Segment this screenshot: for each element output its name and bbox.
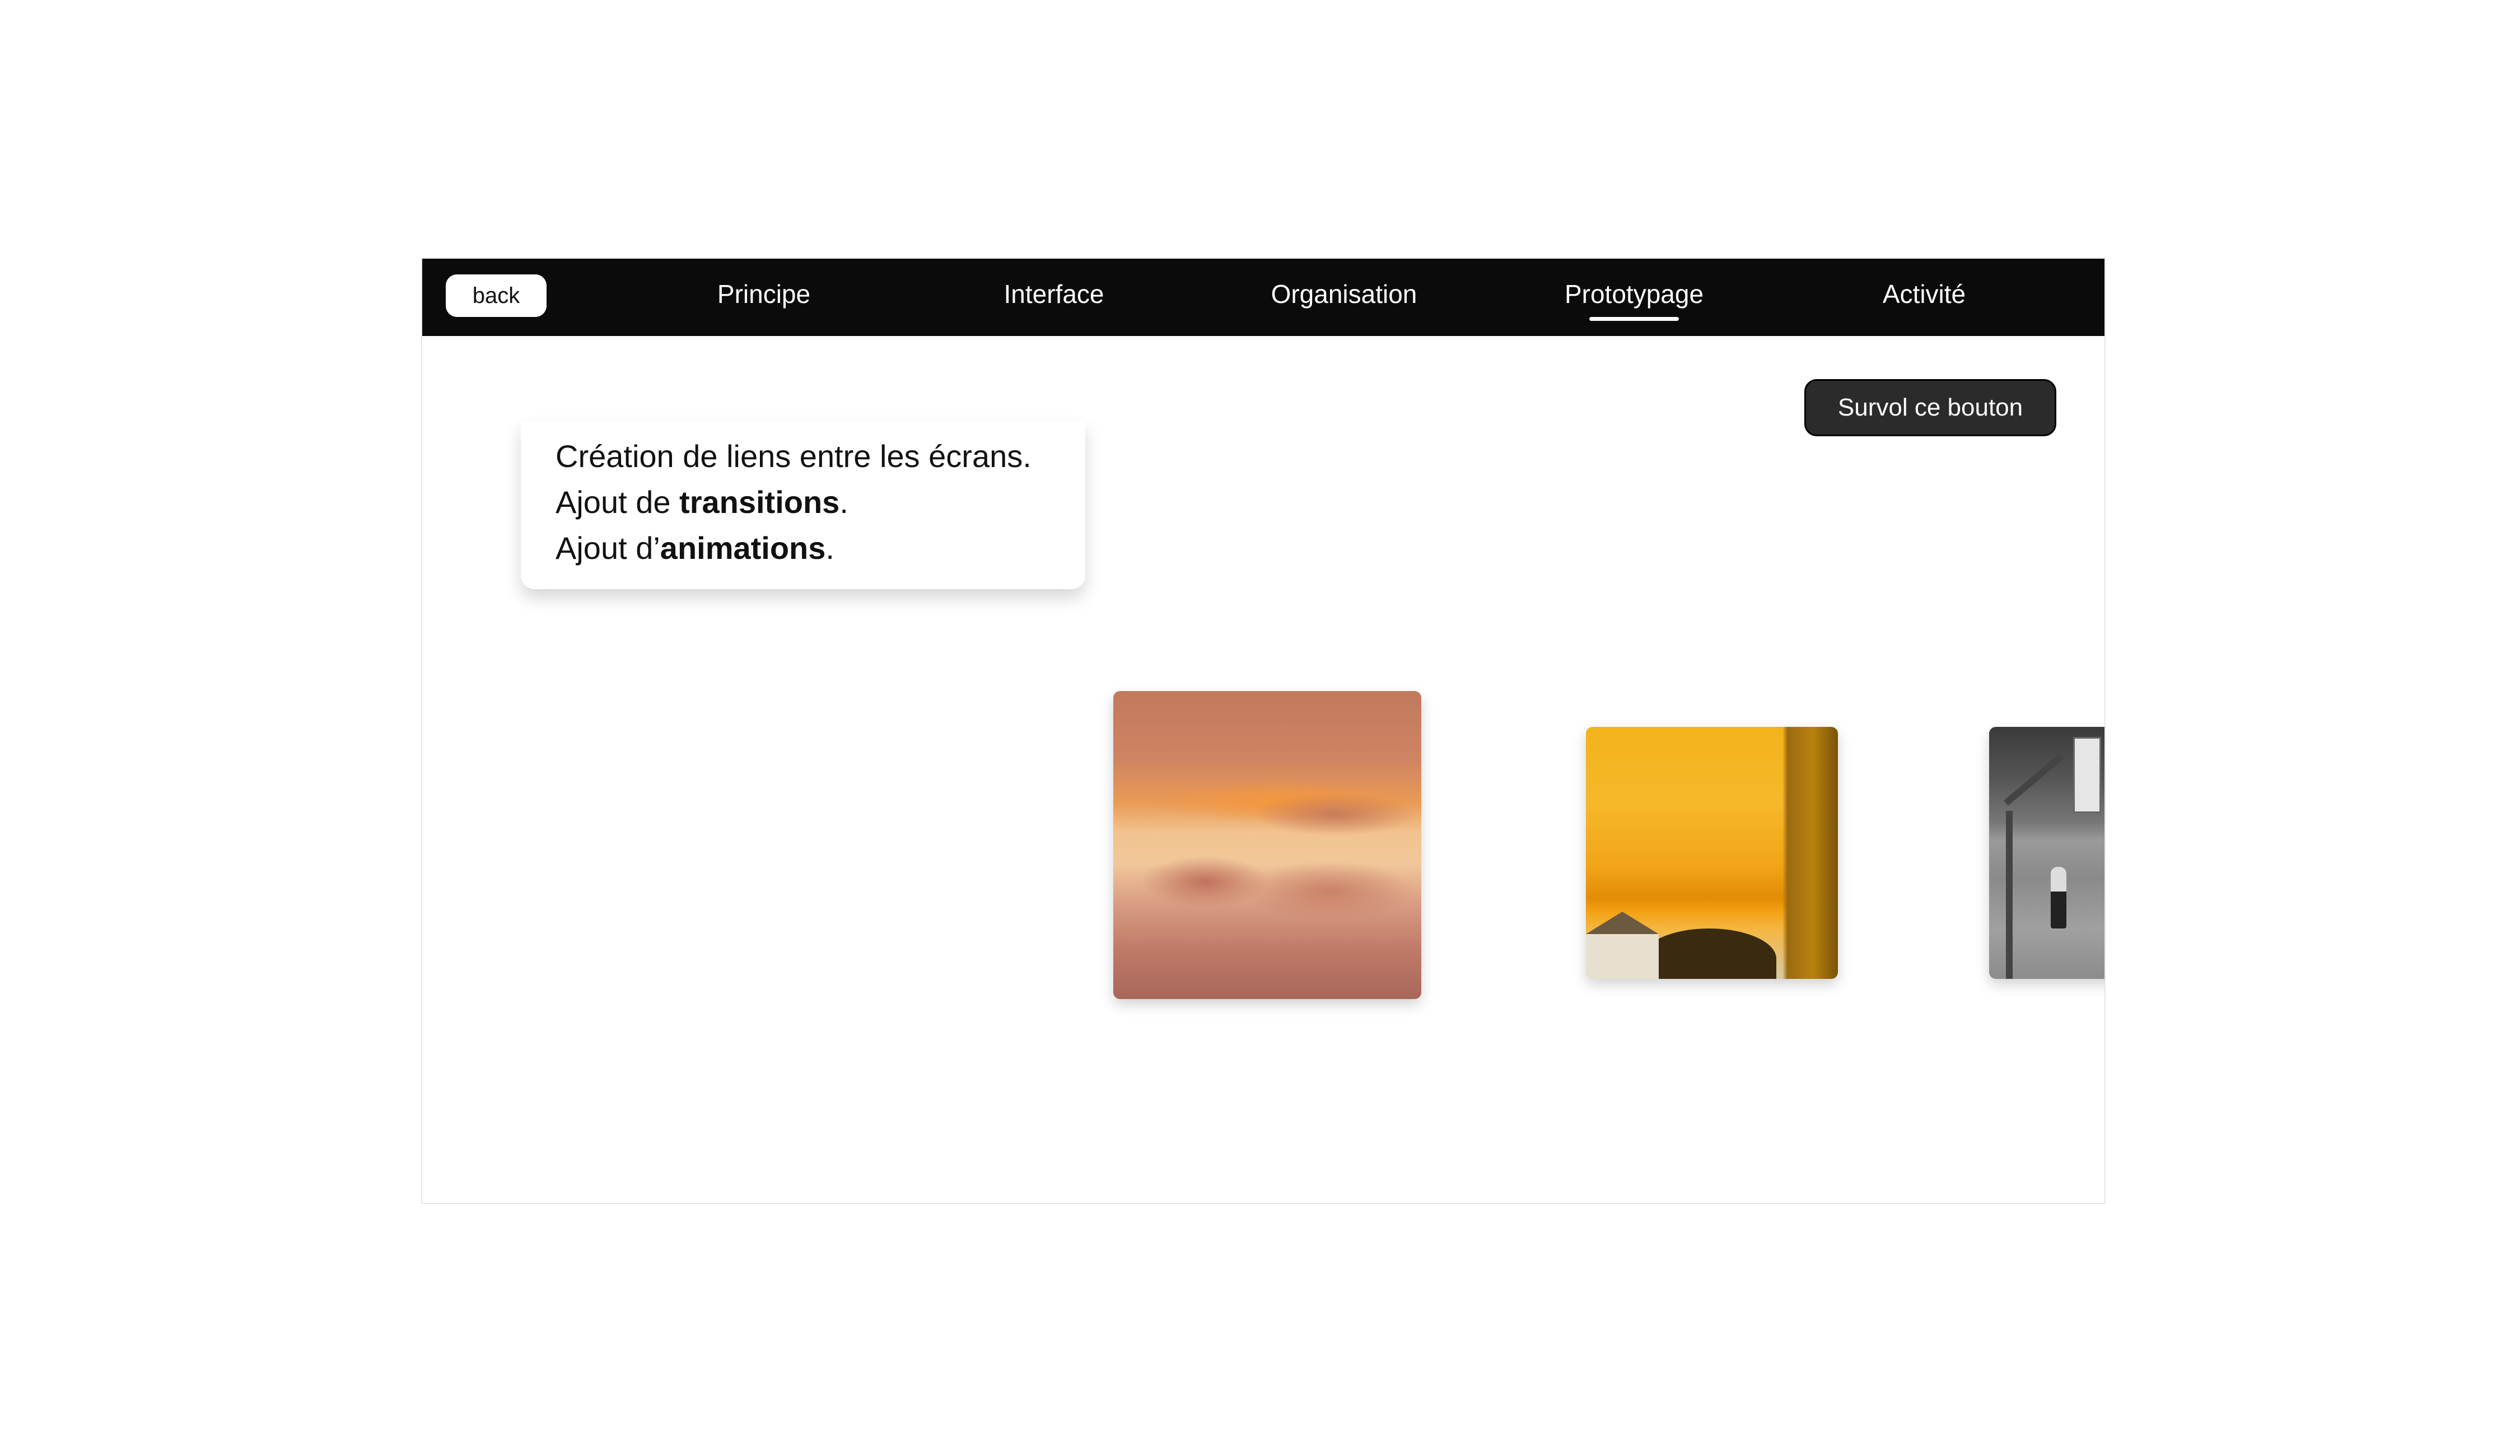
nav-item-label: Interface — [1004, 279, 1104, 309]
card-line-3-text: Ajout d’ — [556, 530, 660, 566]
nav-item-organisation[interactable]: Organisation — [1243, 278, 1445, 310]
card-line-3: Ajout d’animations. — [556, 525, 1085, 571]
nav-item-principe[interactable]: Principe — [663, 278, 865, 310]
top-navigation-bar: back Principe Interface Organisation Pro… — [422, 259, 2104, 336]
card-line-2-text: Ajout de — [556, 484, 680, 520]
person-figure — [2051, 867, 2066, 928]
card-line-3-bold: animations — [660, 530, 826, 566]
hover-demo-button[interactable]: Survol ce bouton — [1804, 379, 2056, 436]
nav-item-prototypage[interactable]: Prototypage — [1533, 278, 1735, 321]
hoop-arm — [2004, 753, 2064, 806]
card-line-2: Ajout de transitions. — [556, 479, 1085, 525]
nav-item-activite[interactable]: Activité — [1823, 278, 2025, 310]
back-button[interactable]: back — [446, 274, 547, 317]
house-wall — [1586, 934, 1659, 979]
active-tab-indicator — [1589, 317, 1679, 321]
card-line-1: Création de liens entre les écrans. — [556, 438, 1032, 474]
trees-silhouette — [1642, 928, 1776, 979]
prototype-frame: back Principe Interface Organisation Pro… — [421, 258, 2106, 1204]
card-line-2-suffix: . — [839, 484, 848, 520]
nav-item-label: Principe — [717, 279, 811, 309]
basketball-court-photo-thumbnail[interactable] — [1989, 727, 2104, 979]
nav-item-label: Activité — [1882, 279, 1966, 309]
card-line-2-bold: transitions — [679, 484, 840, 520]
hoop-backboard — [2073, 737, 2101, 813]
sunset-photo-thumbnail[interactable] — [1586, 727, 1838, 979]
house-roof — [1586, 912, 1659, 934]
description-card: Création de liens entre les écrans. Ajou… — [521, 421, 1085, 589]
hoop-pole — [2006, 811, 2013, 979]
nav-item-label: Organisation — [1271, 279, 1417, 309]
nav-item-label: Prototypage — [1564, 279, 1704, 309]
card-line-3-suffix: . — [825, 530, 834, 566]
sky-photo-thumbnail[interactable] — [1113, 691, 1421, 999]
nav-item-interface[interactable]: Interface — [953, 278, 1155, 310]
